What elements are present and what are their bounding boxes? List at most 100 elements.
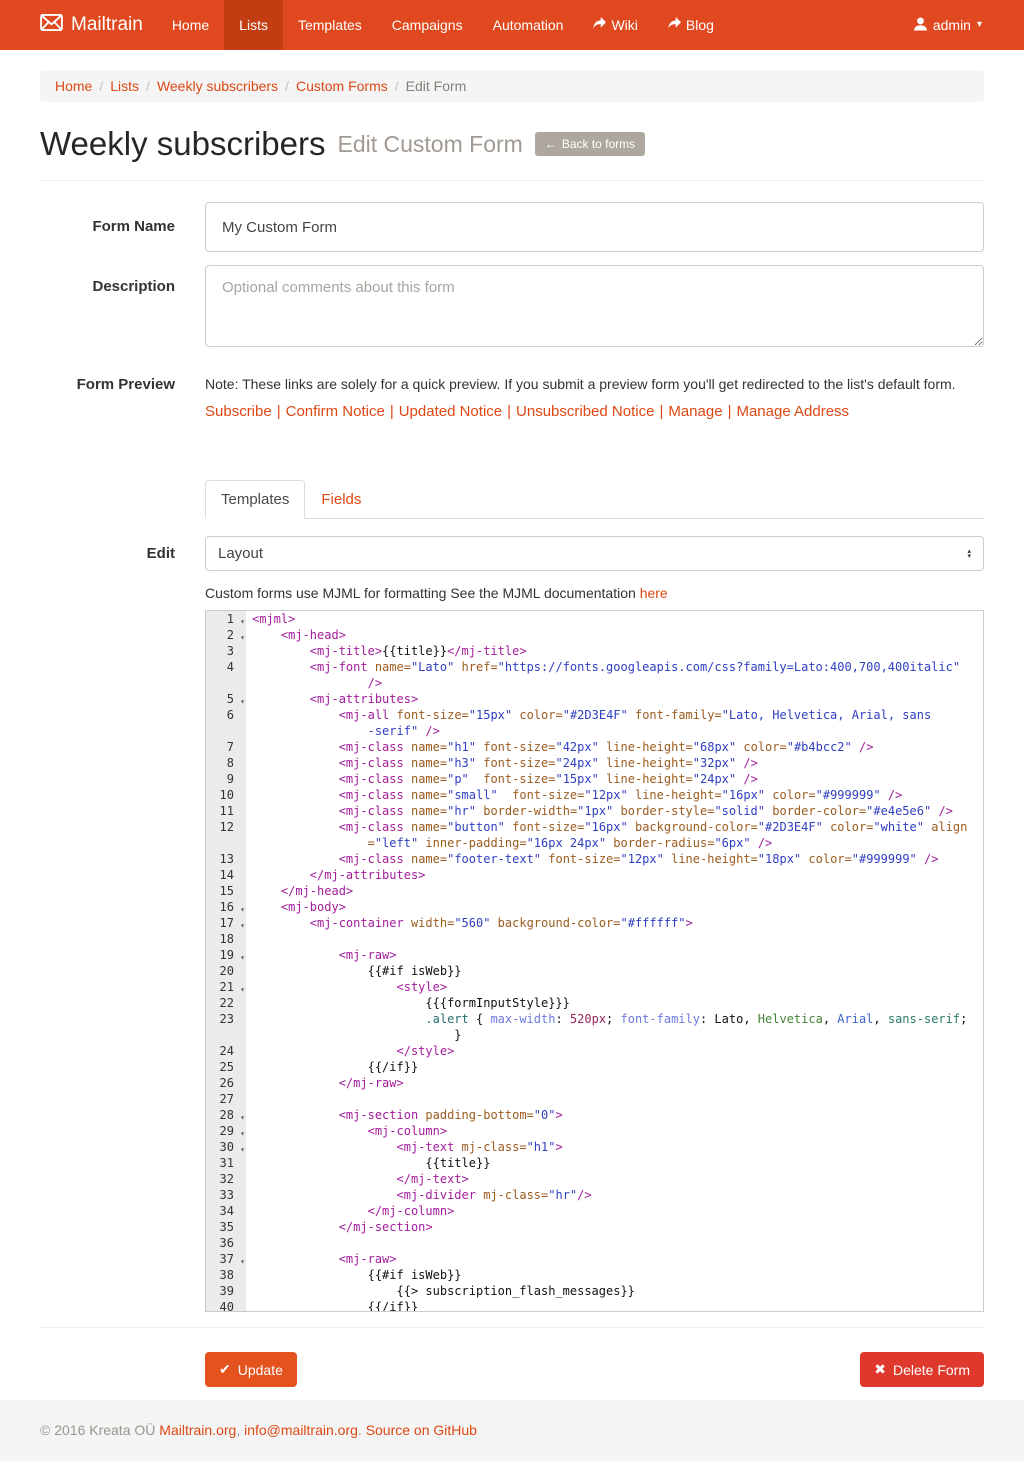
- mjml-doc-link[interactable]: here: [640, 585, 668, 601]
- line-number: 36: [206, 1235, 246, 1251]
- code-text: <mj-text mj-class="h1">: [246, 1139, 983, 1155]
- brand-label: Mailtrain: [71, 14, 143, 36]
- breadcrumb-separator: /: [278, 78, 296, 94]
- line-number: 37▾: [206, 1251, 246, 1267]
- footer-link-mailtrain-org[interactable]: Mailtrain.org: [159, 1422, 236, 1438]
- preview-link-manage[interactable]: Manage: [668, 403, 722, 420]
- nav-item-campaigns[interactable]: Campaigns: [377, 0, 478, 50]
- preview-link-subscribe[interactable]: Subscribe: [205, 403, 272, 420]
- code-text: </mj-head>: [246, 883, 983, 899]
- nav-item-wiki[interactable]: Wiki: [578, 0, 652, 50]
- code-text: <mj-class name="h1" font-size="42px" lin…: [246, 739, 983, 755]
- update-button[interactable]: ✔ Update: [205, 1352, 297, 1387]
- code-line: ="left" inner-padding="16px 24px" border…: [206, 835, 983, 851]
- preview-link-unsubscribed-notice[interactable]: Unsubscribed Notice: [516, 403, 654, 420]
- edit-template-select[interactable]: Layout ▴▾: [205, 536, 984, 571]
- code-line: />: [206, 675, 983, 691]
- form-preview-label: Form Preview: [40, 376, 205, 420]
- link-separator: |: [723, 403, 737, 420]
- line-number: 21▾: [206, 979, 246, 995]
- code-line: 4 <mj-font name="Lato" href="https://fon…: [206, 659, 983, 675]
- nav-item-label: Templates: [298, 0, 362, 50]
- breadcrumb-link-lists[interactable]: Lists: [110, 78, 139, 94]
- line-number: 33: [206, 1187, 246, 1203]
- line-number: 29▾: [206, 1123, 246, 1139]
- code-line: 38 {{#if isWeb}}: [206, 1267, 983, 1283]
- line-number: 12: [206, 819, 246, 835]
- breadcrumb-link-weekly-subscribers[interactable]: Weekly subscribers: [157, 78, 278, 94]
- code-text: <mj-class name="small" font-size="12px" …: [246, 787, 983, 803]
- brand[interactable]: Mailtrain: [40, 0, 143, 50]
- back-to-forms-button[interactable]: ← Back to forms: [535, 132, 645, 156]
- tab-fields[interactable]: Fields: [305, 480, 377, 519]
- code-line: 34 </mj-column>: [206, 1203, 983, 1219]
- user-icon: [914, 17, 927, 34]
- code-line: 5▾ <mj-attributes>: [206, 691, 983, 707]
- code-text: </mj-attributes>: [246, 867, 983, 883]
- code-editor[interactable]: 1▾<mjml>2▾ <mj-head>3 <mj-title>{{title}…: [205, 610, 984, 1312]
- footer-link-info-mailtrain-org[interactable]: info@mailtrain.org: [244, 1422, 358, 1438]
- preview-link-confirm-notice[interactable]: Confirm Notice: [286, 403, 385, 420]
- line-number: [206, 675, 246, 691]
- code-line: 1▾<mjml>: [206, 611, 983, 627]
- code-line: 8 <mj-class name="h3" font-size="24px" l…: [206, 755, 983, 771]
- line-number: 8: [206, 755, 246, 771]
- line-number: 13: [206, 851, 246, 867]
- code-line: 15 </mj-head>: [206, 883, 983, 899]
- breadcrumb-link-custom-forms[interactable]: Custom Forms: [296, 78, 388, 94]
- preview-link-manage-address[interactable]: Manage Address: [736, 403, 849, 420]
- nav-item-home[interactable]: Home: [157, 0, 224, 50]
- code-text: {{#if isWeb}}: [246, 963, 983, 979]
- code-text: <mj-class name="h3" font-size="24px" lin…: [246, 755, 983, 771]
- line-number: 24: [206, 1043, 246, 1059]
- line-number: 25: [206, 1059, 246, 1075]
- nav-item-label: Lists: [239, 0, 268, 50]
- delete-form-button[interactable]: ✖ Delete Form: [860, 1352, 984, 1387]
- footer-link-source-on-github[interactable]: Source on GitHub: [366, 1422, 477, 1438]
- edit-label: Edit: [40, 536, 205, 571]
- line-number: 16▾: [206, 899, 246, 915]
- description-textarea[interactable]: [205, 265, 984, 347]
- code-text: {{/if}}: [246, 1299, 983, 1312]
- line-number: 3: [206, 643, 246, 659]
- breadcrumb-link-home[interactable]: Home: [55, 78, 92, 94]
- code-text: ="left" inner-padding="16px 24px" border…: [246, 835, 983, 851]
- preview-link-updated-notice[interactable]: Updated Notice: [399, 403, 502, 420]
- line-number: 4: [206, 659, 246, 675]
- page-subtitle: Edit Custom Form: [337, 131, 522, 158]
- code-text: <mj-class name="p" font-size="15px" line…: [246, 771, 983, 787]
- mjml-note-row: Custom forms use MJML for formatting See…: [40, 585, 984, 601]
- line-number: 14: [206, 867, 246, 883]
- code-line: 25 {{/if}}: [206, 1059, 983, 1075]
- tab-templates[interactable]: Templates: [205, 480, 305, 519]
- back-arrow-icon: ←: [545, 137, 557, 151]
- description-label: Description: [40, 265, 205, 350]
- nav-item-automation[interactable]: Automation: [478, 0, 579, 50]
- form-preview-row: Form Preview Note: These links are solel…: [40, 376, 984, 420]
- line-number: 10: [206, 787, 246, 803]
- nav-item-lists[interactable]: Lists: [224, 0, 283, 50]
- line-number: 35: [206, 1219, 246, 1235]
- line-number: 5▾: [206, 691, 246, 707]
- edit-row: Edit Layout ▴▾: [40, 536, 984, 571]
- preview-links: Subscribe|Confirm Notice|Updated Notice|…: [205, 403, 984, 420]
- line-number: 27: [206, 1091, 246, 1107]
- footer-copy: © 2016 Kreata OÜ: [40, 1422, 159, 1438]
- user-menu[interactable]: admin ▾: [914, 0, 982, 50]
- code-text: -serif" />: [246, 723, 983, 739]
- code-line: 40 {{/if}}: [206, 1299, 983, 1312]
- code-text: {{> subscription_flash_messages}}: [246, 1283, 983, 1299]
- nav-item-blog[interactable]: Blog: [653, 0, 729, 50]
- form-name-input[interactable]: [205, 202, 984, 252]
- code-line: 18: [206, 931, 983, 947]
- code-text: <mj-section padding-bottom="0">: [246, 1107, 983, 1123]
- nav-item-templates[interactable]: Templates: [283, 0, 377, 50]
- code-text: <mj-font name="Lato" href="https://fonts…: [246, 659, 983, 675]
- code-line: 36: [206, 1235, 983, 1251]
- caret-down-icon: ▾: [977, 20, 982, 30]
- code-line: 31 {{title}}: [206, 1155, 983, 1171]
- code-text: </mj-column>: [246, 1203, 983, 1219]
- code-line: 17▾ <mj-container width="560" background…: [206, 915, 983, 931]
- code-text: [246, 1091, 983, 1107]
- code-line: 39 {{> subscription_flash_messages}}: [206, 1283, 983, 1299]
